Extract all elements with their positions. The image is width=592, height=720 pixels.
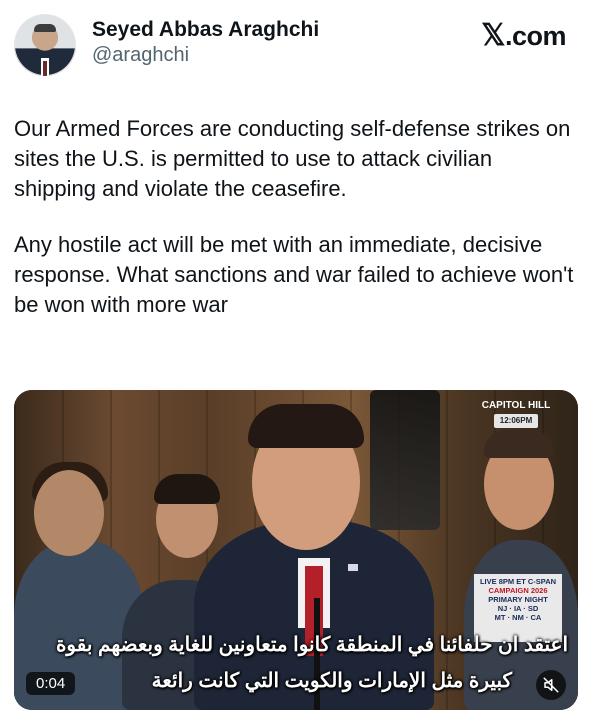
promo-line: LIVE 8PM ET C-SPAN <box>479 577 557 586</box>
promo-line: NJ · IA · SD <box>497 604 539 613</box>
promo-line: MT · NM · CA <box>494 613 542 622</box>
avatar[interactable] <box>14 14 76 76</box>
video-player[interactable]: CAPITOL HILL 12:06PM LIVE 8PM ET C-SPAN … <box>14 390 578 710</box>
display-name[interactable]: Seyed Abbas Araghchi <box>92 18 319 42</box>
tweet-text: Our Armed Forces are conducting self-def… <box>14 114 580 346</box>
user-handle[interactable]: @araghchi <box>92 44 189 67</box>
brand-text: .com <box>504 21 567 51</box>
subtitle-line: اعتقد ان حلفائنا في المنطقة كانوا متعاون… <box>55 634 568 656</box>
tweet-paragraph: Any hostile act will be met with an imme… <box>14 232 574 317</box>
clock-label: 12:06PM <box>493 414 539 428</box>
location-label: CAPITOL HILL <box>481 400 551 411</box>
mute-button[interactable] <box>536 670 566 700</box>
brand-label: 𝕏.com <box>481 18 566 53</box>
promo-line: CAMPAIGN 2026 <box>488 586 548 595</box>
mute-icon <box>543 677 559 693</box>
video-timestamp: 0:04 <box>26 672 76 695</box>
camera-shape <box>370 390 440 530</box>
tweet-header: Seyed Abbas Araghchi @araghchi 𝕏.com <box>14 14 578 84</box>
tweet-paragraph: Our Armed Forces are conducting self-def… <box>14 116 571 201</box>
promo-line: PRIMARY NIGHT <box>488 595 548 604</box>
subtitle-line: كبيرة مثل الإمارات والكويت التي كانت رائ… <box>151 670 512 692</box>
flag-pin-icon <box>348 564 358 571</box>
x-logo-icon: 𝕏 <box>481 19 505 52</box>
location-badge: CAPITOL HILL 12:06PM <box>470 400 562 428</box>
